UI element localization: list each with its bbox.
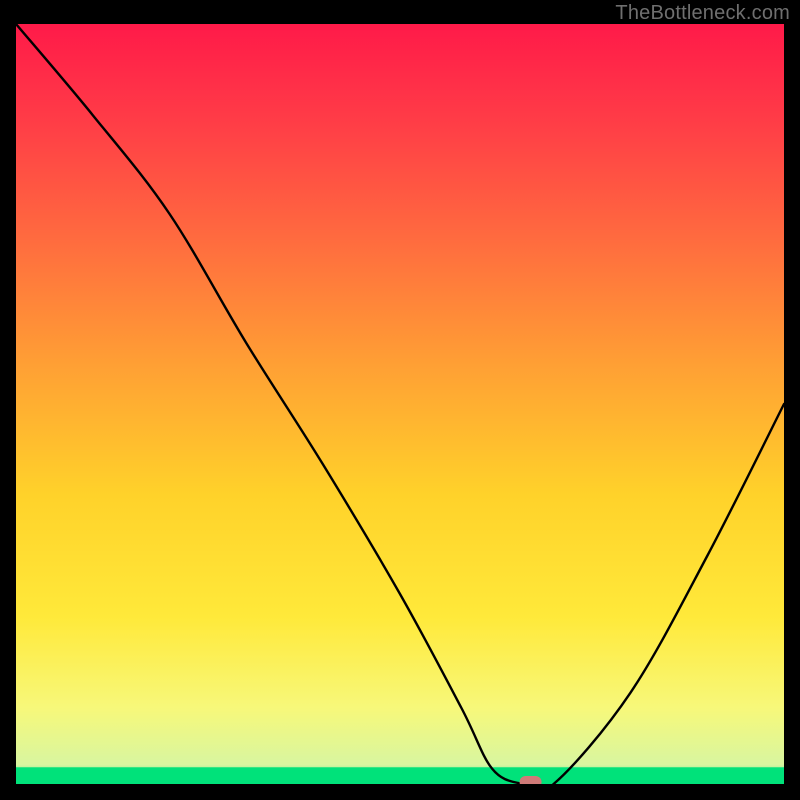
- optimal-point-marker: [520, 776, 542, 784]
- bottleneck-chart: [16, 24, 784, 784]
- bottom-green-band: [16, 767, 784, 784]
- gradient-background: [16, 24, 784, 784]
- chart-svg: [16, 24, 784, 784]
- watermark-text: TheBottleneck.com: [615, 2, 790, 25]
- chart-frame: TheBottleneck.com: [0, 0, 800, 800]
